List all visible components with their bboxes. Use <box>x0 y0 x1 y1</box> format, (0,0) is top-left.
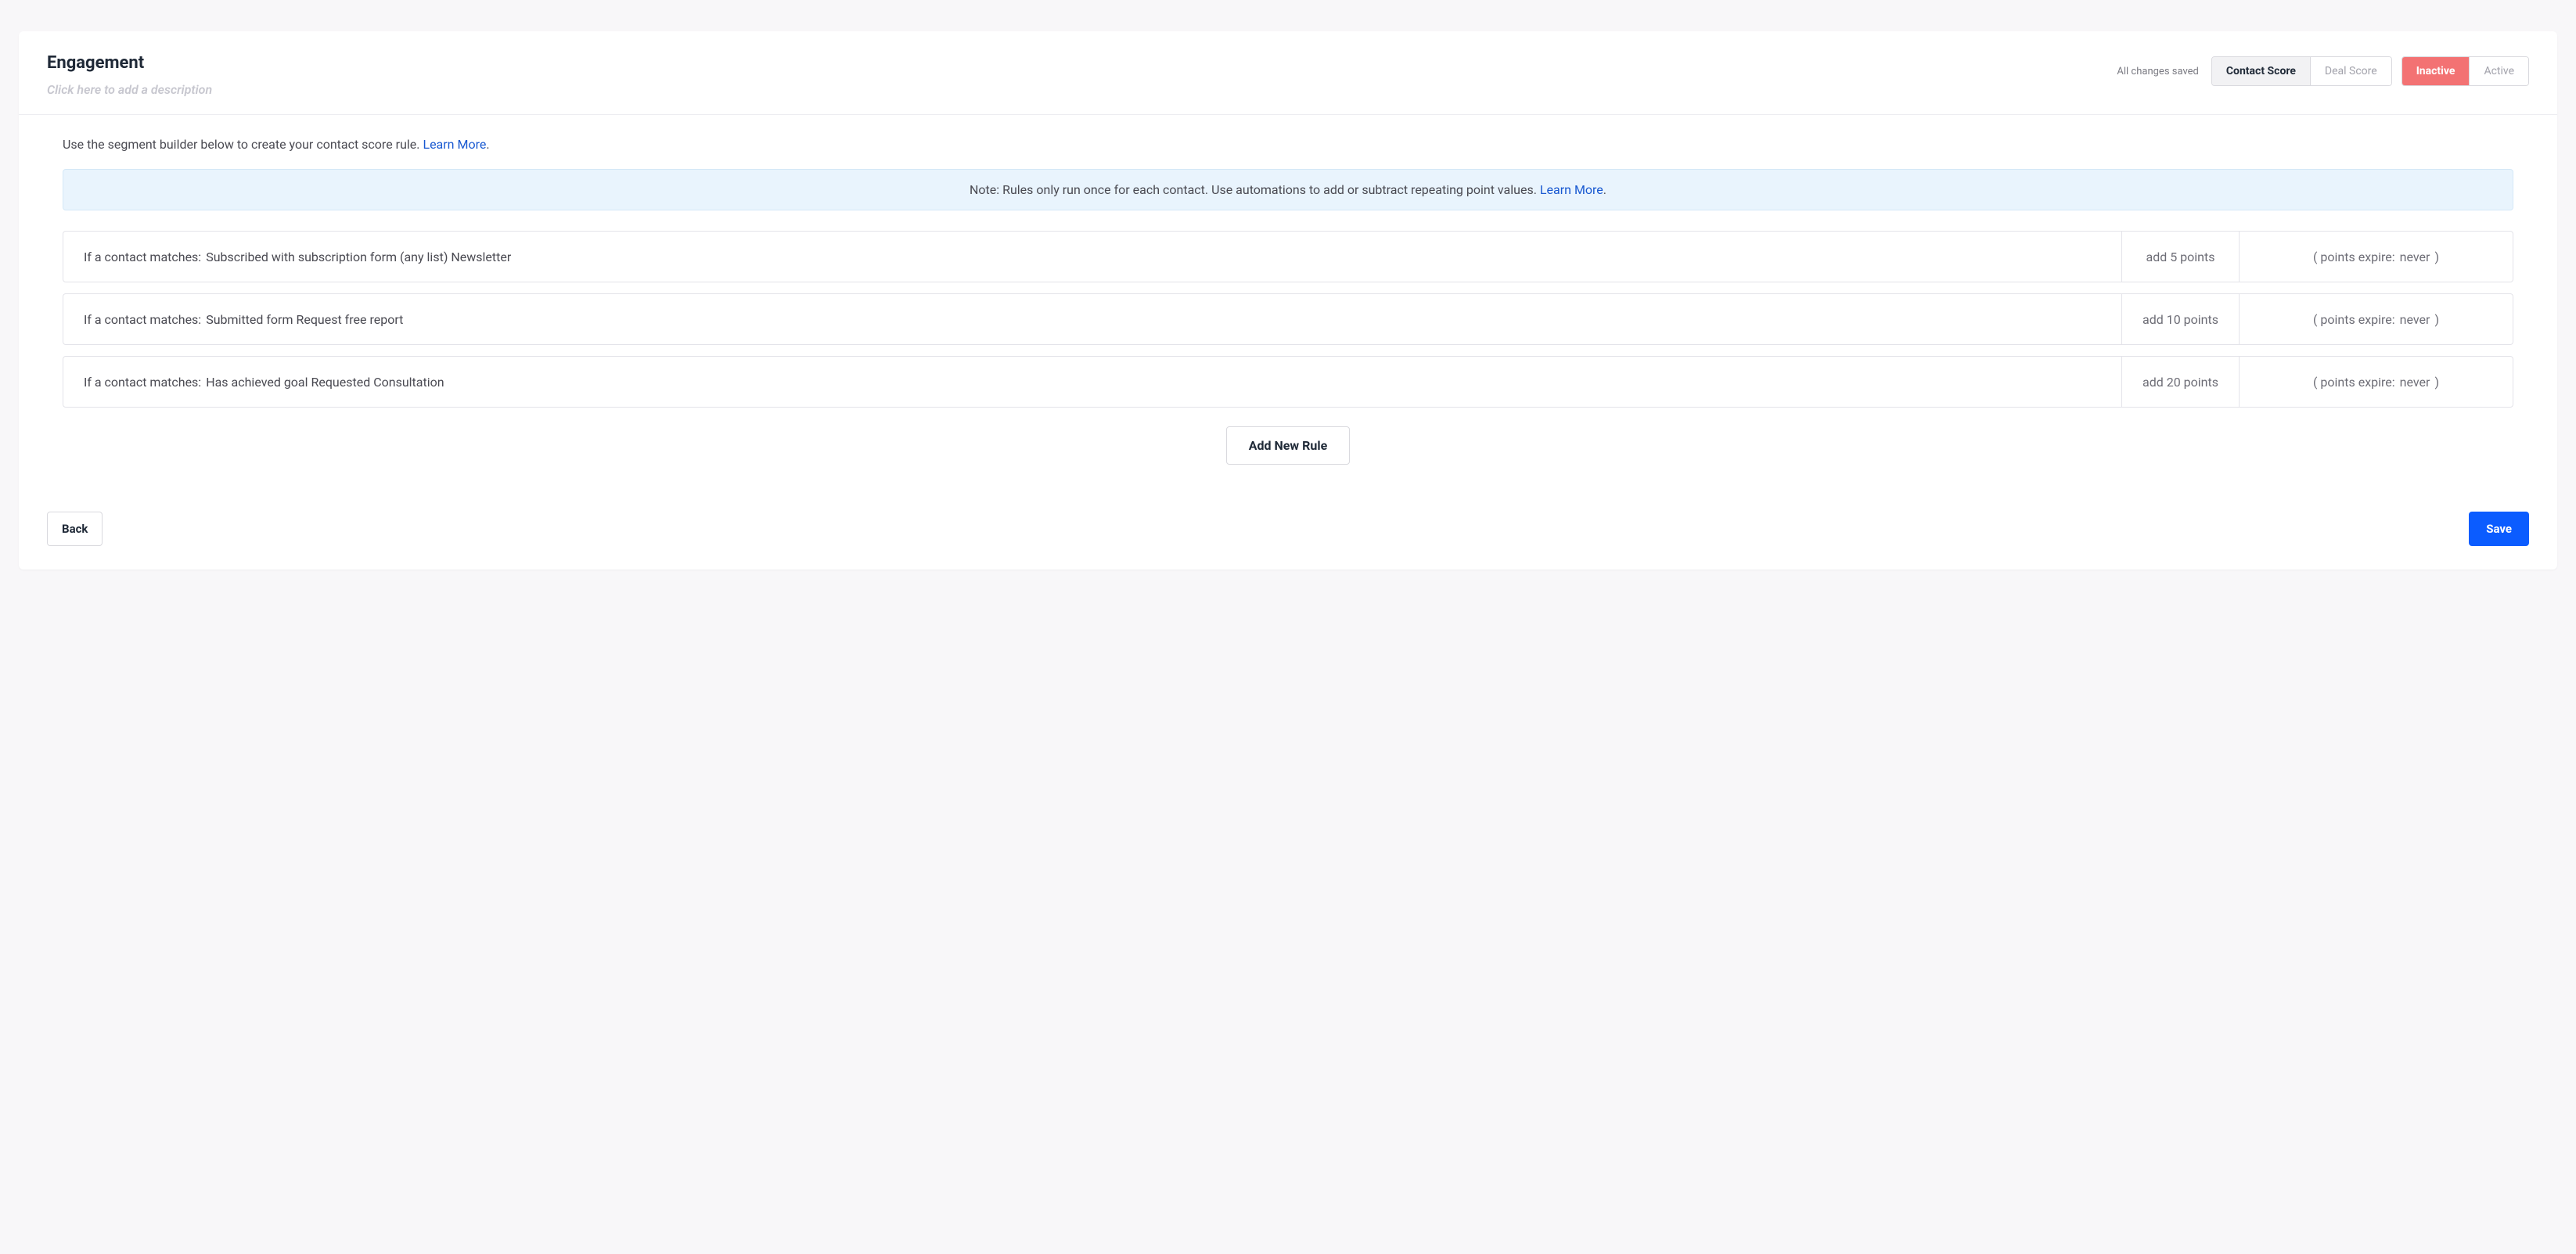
rule-points: add 10 points <box>2121 294 2239 344</box>
rule-expire: ( points expire: never ) <box>2239 357 2513 407</box>
save-button[interactable]: Save <box>2469 512 2529 546</box>
card-body: Use the segment builder below to create … <box>19 115 2557 493</box>
rule-condition: If a contact matches: Submitted form Req… <box>63 294 2121 344</box>
back-button[interactable]: Back <box>47 512 103 546</box>
rule-row[interactable]: If a contact matches: Submitted form Req… <box>63 293 2513 345</box>
intro-text-label: Use the segment builder below to create … <box>63 137 423 152</box>
rule-condition-value: Has achieved goal Requested Consultation <box>206 375 444 390</box>
rule-row[interactable]: If a contact matches: Has achieved goal … <box>63 356 2513 408</box>
active-toggle[interactable]: Active <box>2469 57 2528 85</box>
rule-condition-value: Subscribed with subscription form (any l… <box>206 250 511 264</box>
header-right: All changes saved Contact Score Deal Sco… <box>2117 53 2529 86</box>
rule-expire-suffix: ) <box>2434 375 2439 390</box>
header-left: Engagement Click here to add a descripti… <box>47 53 2117 114</box>
rule-expire-prefix: ( points expire: <box>2313 312 2395 327</box>
note-text: Note: Rules only run once for each conta… <box>970 182 1540 197</box>
card-header: Engagement Click here to add a descripti… <box>19 31 2557 114</box>
rule-expire-value: never <box>2400 375 2430 390</box>
score-editor-card: Engagement Click here to add a descripti… <box>19 31 2557 570</box>
intro-suffix: . <box>486 137 489 152</box>
rule-expire: ( points expire: never ) <box>2239 232 2513 282</box>
page-title: Engagement <box>47 53 2117 73</box>
score-type-toggle: Contact Score Deal Score <box>2211 56 2392 86</box>
rule-prefix: If a contact matches: <box>84 375 201 390</box>
description-input[interactable]: Click here to add a description <box>47 82 2117 114</box>
add-new-rule-button[interactable]: Add New Rule <box>1226 426 1350 465</box>
inactive-toggle[interactable]: Inactive <box>2402 57 2470 85</box>
rule-expire: ( points expire: never ) <box>2239 294 2513 344</box>
saved-status: All changes saved <box>2117 66 2199 77</box>
rule-condition-value: Submitted form Request free report <box>206 312 403 327</box>
intro-text: Use the segment builder below to create … <box>63 137 2513 152</box>
rule-expire-prefix: ( points expire: <box>2313 250 2395 264</box>
note-learn-more-link[interactable]: Learn More <box>1540 182 1603 197</box>
rule-expire-suffix: ) <box>2434 312 2439 327</box>
note-suffix: . <box>1603 182 1606 197</box>
contact-score-toggle[interactable]: Contact Score <box>2212 57 2310 85</box>
rule-expire-suffix: ) <box>2434 250 2439 264</box>
rule-condition: If a contact matches: Subscribed with su… <box>63 232 2121 282</box>
note-banner: Note: Rules only run once for each conta… <box>63 169 2513 210</box>
add-rule-wrap: Add New Rule <box>63 426 2513 465</box>
card-footer: Back Save <box>19 493 2557 570</box>
rule-expire-prefix: ( points expire: <box>2313 375 2395 390</box>
rule-row[interactable]: If a contact matches: Subscribed with su… <box>63 231 2513 282</box>
rule-points: add 5 points <box>2121 232 2239 282</box>
rule-prefix: If a contact matches: <box>84 312 201 327</box>
rule-points: add 20 points <box>2121 357 2239 407</box>
rule-prefix: If a contact matches: <box>84 250 201 264</box>
intro-learn-more-link[interactable]: Learn More <box>423 137 486 152</box>
deal-score-toggle[interactable]: Deal Score <box>2310 57 2391 85</box>
rule-condition: If a contact matches: Has achieved goal … <box>63 357 2121 407</box>
status-toggle: Inactive Active <box>2402 56 2529 86</box>
rule-expire-value: never <box>2400 250 2430 264</box>
rule-expire-value: never <box>2400 312 2430 327</box>
